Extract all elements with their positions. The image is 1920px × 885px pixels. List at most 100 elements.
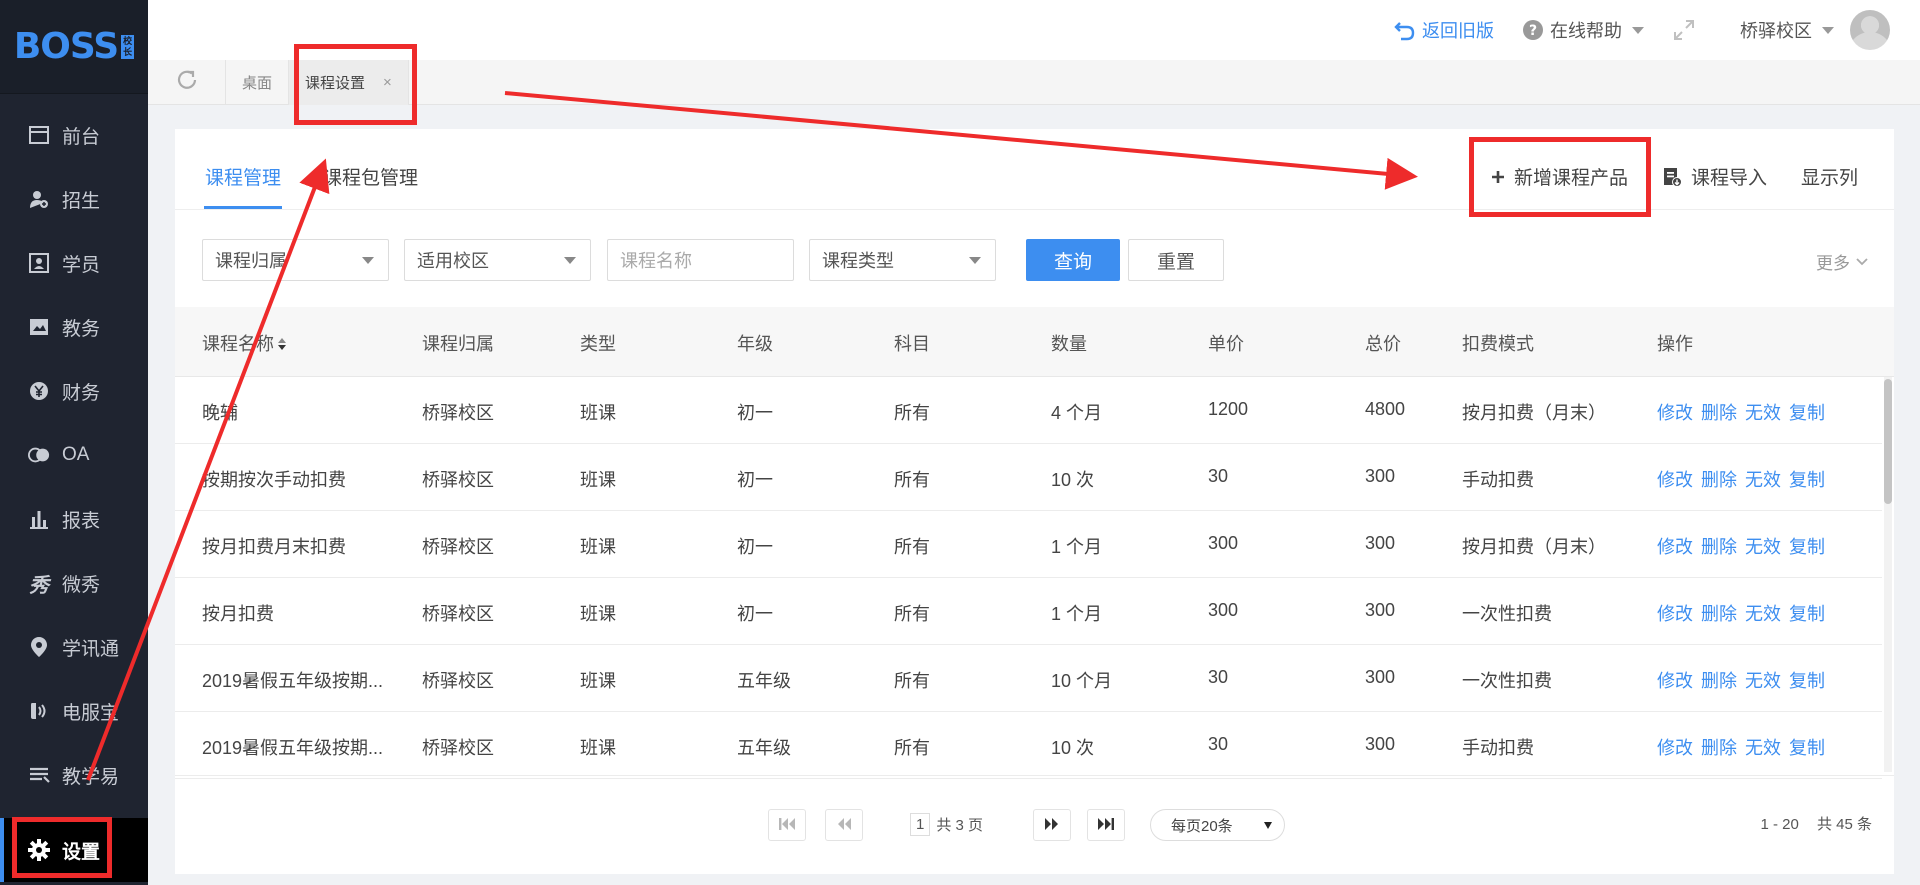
cell-operations: 修改 删除 无效 复制 bbox=[1657, 399, 1833, 425]
sidebar-item-dianfubao[interactable]: 电服宝 bbox=[0, 679, 148, 743]
cell-billing-mode: 一次性扣费 bbox=[1462, 671, 1552, 691]
cell-course-owner: 桥驿校区 bbox=[422, 604, 494, 624]
col-label: 课程名称 bbox=[202, 334, 274, 354]
cell-quantity: 10 个月 bbox=[1051, 671, 1113, 691]
page-indicator: 1 共 3 页 bbox=[910, 813, 983, 836]
cell-grade: 五年级 bbox=[737, 738, 791, 758]
subtab-course-package-management[interactable]: 课程包管理 bbox=[323, 163, 418, 190]
current-page-input[interactable]: 1 bbox=[910, 813, 931, 836]
copy-link[interactable]: 复制 bbox=[1789, 537, 1825, 557]
cell-operations: 修改 删除 无效 复制 bbox=[1657, 466, 1833, 492]
sort-icon[interactable] bbox=[277, 335, 287, 356]
delete-link[interactable]: 删除 bbox=[1701, 671, 1737, 691]
campus-dropdown[interactable]: 桥驿校区 bbox=[1740, 17, 1834, 43]
campus-label: 桥驿校区 bbox=[1740, 21, 1812, 41]
campus-select[interactable]: 适用校区 bbox=[404, 239, 591, 281]
copy-link[interactable]: 复制 bbox=[1789, 604, 1825, 624]
course-owner-select[interactable]: 课程归属 bbox=[202, 239, 389, 281]
sidebar-item-jiaoxueyi[interactable]: 教学易 bbox=[0, 743, 148, 807]
cell-total-price: 300 bbox=[1365, 533, 1396, 553]
sidebar-item-label: 教学易 bbox=[62, 766, 120, 788]
next-page-button[interactable] bbox=[1033, 809, 1071, 841]
copy-link[interactable]: 复制 bbox=[1789, 403, 1825, 423]
cell-type: 班课 bbox=[580, 470, 616, 490]
cell-type: 班课 bbox=[580, 403, 616, 423]
edit-link[interactable]: 修改 bbox=[1657, 537, 1693, 557]
sidebar-item-oa[interactable]: OA bbox=[0, 423, 148, 487]
cell-subject: 所有 bbox=[894, 604, 930, 624]
edit-link[interactable]: 修改 bbox=[1657, 470, 1693, 490]
app-logo[interactable]: BOSS 校 长 bbox=[0, 0, 148, 94]
invalidate-link[interactable]: 无效 bbox=[1745, 738, 1781, 758]
invalidate-link[interactable]: 无效 bbox=[1745, 470, 1781, 490]
cell-operations: 修改 删除 无效 复制 bbox=[1657, 533, 1833, 559]
more-filters-label: 更多 bbox=[1816, 254, 1850, 273]
chevron-down-icon bbox=[1856, 257, 1868, 266]
invalidate-link[interactable]: 无效 bbox=[1745, 537, 1781, 557]
copy-link[interactable]: 复制 bbox=[1789, 738, 1825, 758]
invalidate-link[interactable]: 无效 bbox=[1745, 403, 1781, 423]
delete-link[interactable]: 删除 bbox=[1701, 738, 1737, 758]
table-header: 课程名称 课程归属 类型 年级 科目 数量 单价 总价 扣费模式 操作 bbox=[175, 307, 1894, 377]
annotation-box-add-course-button bbox=[1469, 137, 1651, 217]
copy-link[interactable]: 复制 bbox=[1789, 671, 1825, 691]
table-row: 2019暑假五年级按期... 桥驿校区 班课 五年级 所有 10 个月 30 300 一次性扣费… bbox=[175, 645, 1882, 712]
refresh-icon bbox=[175, 68, 199, 97]
sidebar-item-jiaowu[interactable]: 教务 bbox=[0, 295, 148, 359]
cell-billing-mode: 手动扣费 bbox=[1462, 470, 1534, 490]
copy-link[interactable]: 复制 bbox=[1789, 470, 1825, 490]
sidebar-item-zhaosheng[interactable]: 招生 bbox=[0, 167, 148, 231]
cell-total-price: 4800 bbox=[1365, 399, 1406, 419]
course-name-input[interactable]: 课程名称 bbox=[607, 239, 794, 281]
display-columns-label: 显示列 bbox=[1800, 168, 1858, 189]
delete-link[interactable]: 删除 bbox=[1701, 403, 1737, 423]
col-course-name[interactable]: 课程名称 bbox=[202, 330, 287, 356]
prev-page-button[interactable] bbox=[825, 809, 863, 841]
course-import-button[interactable]: 课程导入 bbox=[1662, 163, 1767, 190]
more-filters-toggle[interactable]: 更多 bbox=[1816, 249, 1868, 274]
cell-subject: 所有 bbox=[894, 470, 930, 490]
course-type-select[interactable]: 课程类型 bbox=[809, 239, 996, 281]
sidebar-item-label: 学员 bbox=[62, 254, 101, 276]
chevron-down-icon bbox=[969, 257, 981, 264]
last-page-button[interactable] bbox=[1087, 809, 1125, 841]
cell-billing-mode: 一次性扣费 bbox=[1462, 604, 1552, 624]
delete-link[interactable]: 删除 bbox=[1701, 604, 1737, 624]
course-owner-value: 课程归属 bbox=[215, 251, 287, 271]
sidebar-item-weixiu[interactable]: 秀 微秀 bbox=[0, 551, 148, 615]
sidebar-item-qiantai[interactable]: 前台 bbox=[0, 103, 148, 167]
back-old-version-link[interactable]: 返回旧版 bbox=[1394, 17, 1494, 43]
avatar[interactable] bbox=[1850, 10, 1890, 50]
cell-quantity: 1 个月 bbox=[1051, 537, 1103, 557]
table-row: 按月扣费 桥驿校区 班课 初一 所有 1 个月 300 300 一次性扣费 修改 删除 无效 复制 bbox=[175, 578, 1882, 645]
invalidate-link[interactable]: 无效 bbox=[1745, 604, 1781, 624]
sidebar-item-caiwu[interactable]: 财务 bbox=[0, 359, 148, 423]
first-page-button[interactable] bbox=[768, 809, 806, 841]
query-button[interactable]: 查询 bbox=[1026, 239, 1120, 281]
cell-unit-price: 1200 bbox=[1208, 399, 1249, 419]
cell-total-price: 300 bbox=[1365, 667, 1396, 687]
edit-link[interactable]: 修改 bbox=[1657, 738, 1693, 758]
active-subtab-indicator bbox=[204, 206, 282, 209]
online-help-dropdown[interactable]: ? 在线帮助 bbox=[1522, 17, 1644, 43]
delete-link[interactable]: 删除 bbox=[1701, 537, 1737, 557]
sidebar-item-baobiao[interactable]: 报表 bbox=[0, 487, 148, 551]
edit-link[interactable]: 修改 bbox=[1657, 403, 1693, 423]
delete-link[interactable]: 删除 bbox=[1701, 470, 1737, 490]
refresh-button[interactable] bbox=[148, 59, 226, 105]
invalidate-link[interactable]: 无效 bbox=[1745, 671, 1781, 691]
sidebar-item-xuexuntong[interactable]: 学讯通 bbox=[0, 615, 148, 679]
fullscreen-button[interactable] bbox=[1672, 18, 1702, 42]
table-scrollbar-thumb[interactable] bbox=[1884, 379, 1892, 504]
edit-link[interactable]: 修改 bbox=[1657, 671, 1693, 691]
edit-link[interactable]: 修改 bbox=[1657, 604, 1693, 624]
table-row: 按期按次手动扣费 桥驿校区 班课 初一 所有 10 次 30 300 手动扣费 修改 删除 无效 复制 bbox=[175, 444, 1882, 511]
tab-desktop[interactable]: 桌面 bbox=[226, 59, 290, 105]
page-size-select[interactable]: 每页20条 bbox=[1150, 809, 1285, 841]
sidebar-item-xueyuan[interactable]: 学员 bbox=[0, 231, 148, 295]
subtab-course-management[interactable]: 课程管理 bbox=[205, 163, 281, 190]
chevron-down-icon bbox=[1632, 26, 1644, 34]
display-columns-button[interactable]: 显示列 bbox=[1801, 163, 1858, 190]
annotation-box-settings-menu bbox=[12, 817, 112, 878]
reset-button[interactable]: 重置 bbox=[1128, 239, 1224, 281]
